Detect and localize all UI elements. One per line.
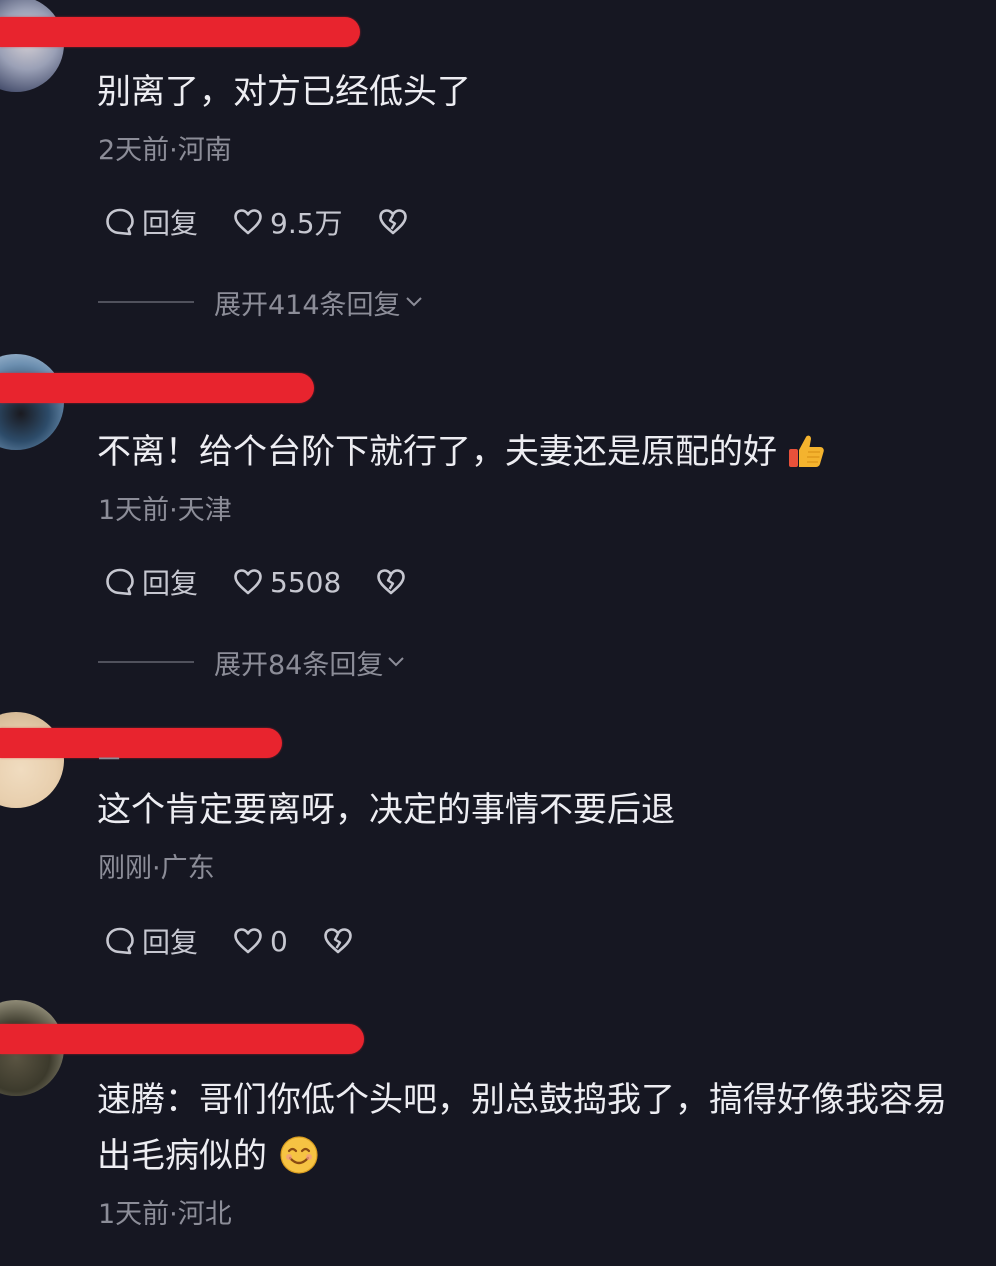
reply-label: 回复 [142, 926, 199, 959]
like-button[interactable]: 9.5万 [232, 202, 343, 242]
comment-actions: 回复 9.5万 [104, 202, 409, 242]
divider-line [98, 301, 194, 303]
reply-button[interactable]: 回复 [104, 921, 198, 961]
like-count: 5508 [270, 565, 342, 599]
dislike-button[interactable] [322, 925, 354, 957]
comment-text: 不离！给个台阶下就行了，夫妻还是原配的好 [97, 424, 827, 480]
comment-meta: 1天前·河北 [98, 1199, 232, 1230]
heart-icon [234, 209, 262, 235]
comment-text: 别离了，对方已经低头了 [97, 72, 471, 112]
comment-text-content: 出毛病似的 [97, 1136, 267, 1176]
comment-bubble-icon [106, 927, 134, 955]
redacted-username-mark [0, 1024, 364, 1054]
smile-emoji-icon [280, 1135, 318, 1174]
heart-icon [234, 928, 262, 954]
reply-button[interactable]: 回复 [104, 562, 198, 602]
like-button[interactable]: 0 [232, 925, 288, 958]
dislike-button[interactable] [377, 206, 409, 238]
expand-replies-button[interactable]: 展开414条回复 [98, 282, 423, 322]
comment-meta: 刚刚·广东 [98, 853, 215, 884]
redacted-username-mark [0, 373, 314, 403]
like-count: 0 [270, 924, 288, 958]
chevron-down-icon [388, 657, 405, 667]
comment-meta: 1天前·天津 [98, 495, 232, 526]
reply-label: 回复 [142, 567, 199, 600]
like-count: 9.5万 [270, 207, 343, 240]
comment-actions: 回复 0 [104, 921, 354, 961]
comment-bubble-icon [106, 568, 134, 596]
comment-text-content: 不离！给个台阶下就行了，夫妻还是原配的好 [97, 432, 777, 472]
expand-replies-label: 展开84条回复 [214, 649, 384, 681]
comment-text: 这个肯定要离呀，决定的事情不要后退 [97, 790, 675, 830]
like-button[interactable]: 5508 [232, 566, 341, 599]
broken-heart-icon [324, 928, 352, 954]
expand-replies-button[interactable]: 展开84条回复 [98, 642, 405, 682]
thumbs-up-emoji-icon [789, 435, 824, 467]
broken-heart-icon [377, 569, 406, 595]
redacted-username-mark [0, 17, 360, 47]
comment-text: 速腾：哥们你低个头吧，别总鼓捣我了，搞得好像我容易 [97, 1080, 947, 1120]
redacted-username-mark [0, 728, 282, 758]
comment-meta: 2天前·河南 [98, 135, 232, 166]
broken-heart-icon [378, 209, 407, 235]
comment-actions: 回复 5508 [104, 562, 407, 602]
reply-button[interactable]: 回复 [104, 202, 198, 242]
expand-replies-label: 展开414条回复 [214, 289, 401, 321]
chevron-down-icon [405, 297, 422, 307]
comment-bubble-icon [106, 208, 134, 236]
username-fragment: 一 [98, 748, 121, 773]
avatar[interactable] [0, 712, 64, 808]
comment-text-line2: 出毛病似的 [97, 1128, 319, 1184]
divider-line [98, 661, 194, 663]
heart-icon [234, 569, 262, 595]
reply-label: 回复 [142, 207, 199, 240]
dislike-button[interactable] [375, 566, 407, 598]
